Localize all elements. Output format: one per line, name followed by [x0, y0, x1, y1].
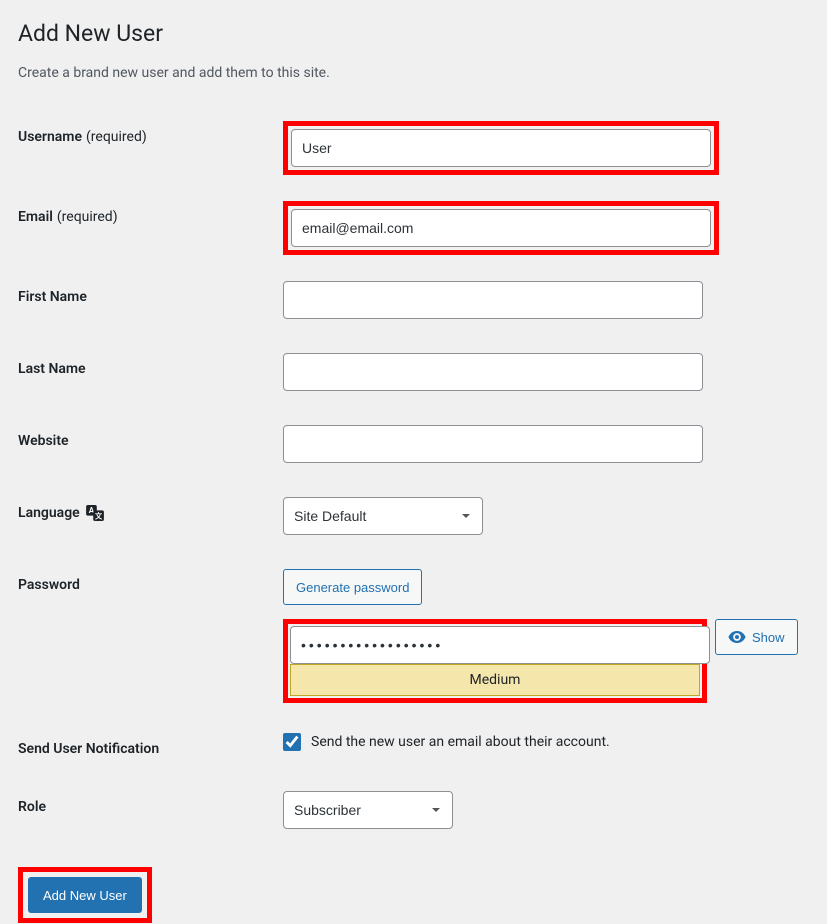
role-label: Role [18, 791, 283, 815]
generate-password-button[interactable]: Generate password [283, 569, 422, 605]
website-label: Website [18, 425, 283, 449]
last-name-label: Last Name [18, 353, 283, 377]
email-label: Email(required) [18, 201, 283, 225]
notification-checkbox-label: Send the new user an email about their a… [311, 734, 610, 750]
email-row: Email(required) [18, 201, 809, 255]
notification-row: Send User Notification Send the new user… [18, 733, 809, 757]
submit-highlight: Add New User [18, 867, 152, 923]
page-title: Add New User [18, 20, 809, 47]
language-label: Language A文 [18, 497, 283, 521]
email-highlight [283, 201, 719, 255]
svg-text:文: 文 [95, 511, 103, 520]
username-highlight [283, 121, 719, 175]
first-name-label: First Name [18, 281, 283, 305]
submit-row: Add New User [18, 867, 809, 923]
username-field[interactable] [291, 129, 711, 167]
language-select[interactable]: Site Default [283, 497, 483, 535]
last-name-row: Last Name [18, 353, 809, 391]
eye-icon [728, 631, 746, 643]
page-description: Create a brand new user and add them to … [18, 65, 809, 81]
password-field[interactable] [290, 626, 710, 664]
password-row: Password Generate password Medium Show [18, 569, 809, 703]
first-name-row: First Name [18, 281, 809, 319]
password-highlight: Medium [283, 619, 707, 703]
password-label: Password [18, 569, 283, 593]
username-label: Username(required) [18, 121, 283, 145]
website-row: Website [18, 425, 809, 463]
website-field[interactable] [283, 425, 703, 463]
password-strength-meter: Medium [290, 664, 700, 696]
translate-icon: A文 [86, 505, 104, 521]
first-name-field[interactable] [283, 281, 703, 319]
notification-label: Send User Notification [18, 733, 283, 757]
add-user-button[interactable]: Add New User [28, 877, 142, 913]
username-row: Username(required) [18, 121, 809, 175]
role-select[interactable]: Subscriber [283, 791, 453, 829]
language-row: Language A文 Site Default [18, 497, 809, 535]
notification-checkbox[interactable] [283, 733, 301, 751]
show-password-button[interactable]: Show [715, 619, 798, 655]
role-row: Role Subscriber [18, 791, 809, 829]
email-field[interactable] [291, 209, 711, 247]
last-name-field[interactable] [283, 353, 703, 391]
